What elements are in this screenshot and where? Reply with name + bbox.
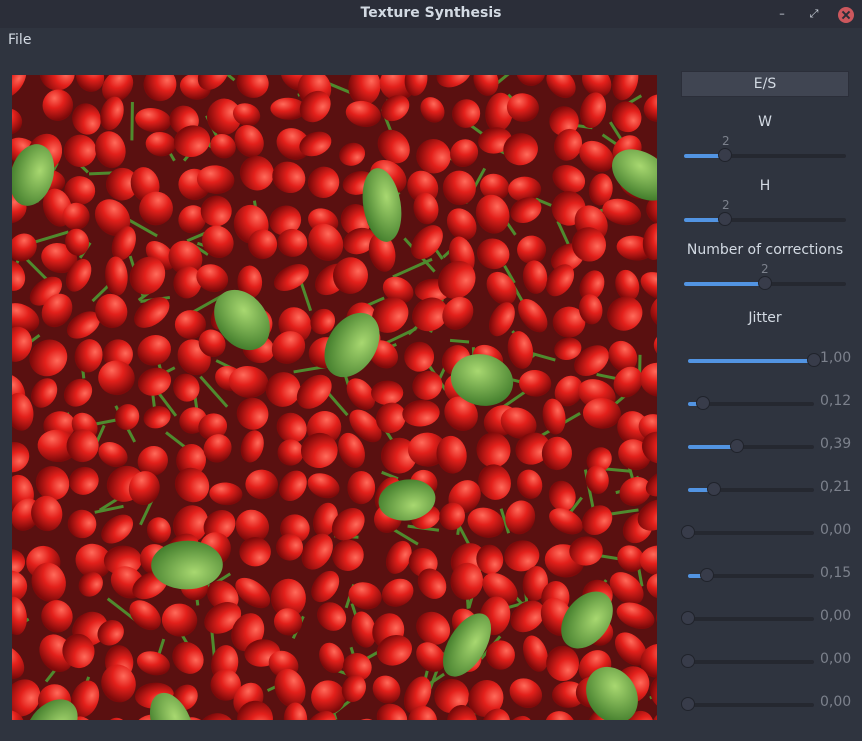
jitter-slider-1[interactable] [688,353,821,367]
jitter-slider-2[interactable] [688,396,814,410]
jitter-slider-handle[interactable] [700,568,714,582]
h-slider-handle[interactable] [718,212,732,226]
jitter-slider-handle[interactable] [696,396,710,410]
jitter-slider-handle[interactable] [681,525,695,539]
jitter-slider-7[interactable] [681,611,814,625]
minimize-icon[interactable]: – [774,6,790,22]
jitter-slider-3[interactable] [688,439,814,453]
jitter-slider-handle[interactable] [730,439,744,453]
maximize-icon[interactable]: ⤢ [806,6,822,22]
jitter-value-2: 0,12 [820,393,852,409]
jitter-value-8: 0,00 [820,651,852,667]
corrections-slider[interactable] [684,276,846,290]
jitter-value-1: 1,00 [820,350,852,366]
jitter-slider-5[interactable] [681,525,814,539]
jitter-slider-6[interactable] [688,568,814,582]
title-bar: Texture Synthesis – ⤢ [0,0,862,28]
jitter-slider-9[interactable] [681,697,814,711]
jitter-slider-4[interactable] [688,482,814,496]
corrections-value: 2 [761,262,769,276]
jitter-value-3: 0,39 [820,436,852,452]
jitter-value-6: 0,15 [820,565,852,581]
jitter-value-4: 0,21 [820,479,852,495]
jitter-slider-fill [688,359,814,363]
menu-bar: File [0,28,862,54]
w-value: 2 [722,134,730,148]
jitter-slider-handle[interactable] [681,654,695,668]
corrections-slider-handle[interactable] [758,276,772,290]
jitter-value-9: 0,00 [820,694,852,710]
jitter-value-7: 0,00 [820,608,852,624]
h-slider[interactable] [684,212,846,226]
texture-image [12,75,657,720]
es-button[interactable]: E/S [681,71,849,97]
h-value: 2 [722,198,730,212]
w-slider-handle[interactable] [718,148,732,162]
jitter-label: Jitter [748,310,782,326]
close-icon[interactable] [838,7,854,23]
w-label: W [758,114,772,130]
jitter-slider-handle[interactable] [707,482,721,496]
jitter-slider-handle[interactable] [681,611,695,625]
h-label: H [759,178,771,194]
w-slider[interactable] [684,148,846,162]
texture-canvas [12,75,657,720]
menu-file[interactable]: File [8,32,31,48]
corrections-slider-fill [684,282,765,286]
jitter-slider-handle[interactable] [681,697,695,711]
jitter-slider-8[interactable] [681,654,814,668]
jitter-slider-handle[interactable] [807,353,821,367]
corrections-label: Number of corrections [686,242,844,258]
window-title: Texture Synthesis [360,5,502,21]
jitter-value-5: 0,00 [820,522,852,538]
